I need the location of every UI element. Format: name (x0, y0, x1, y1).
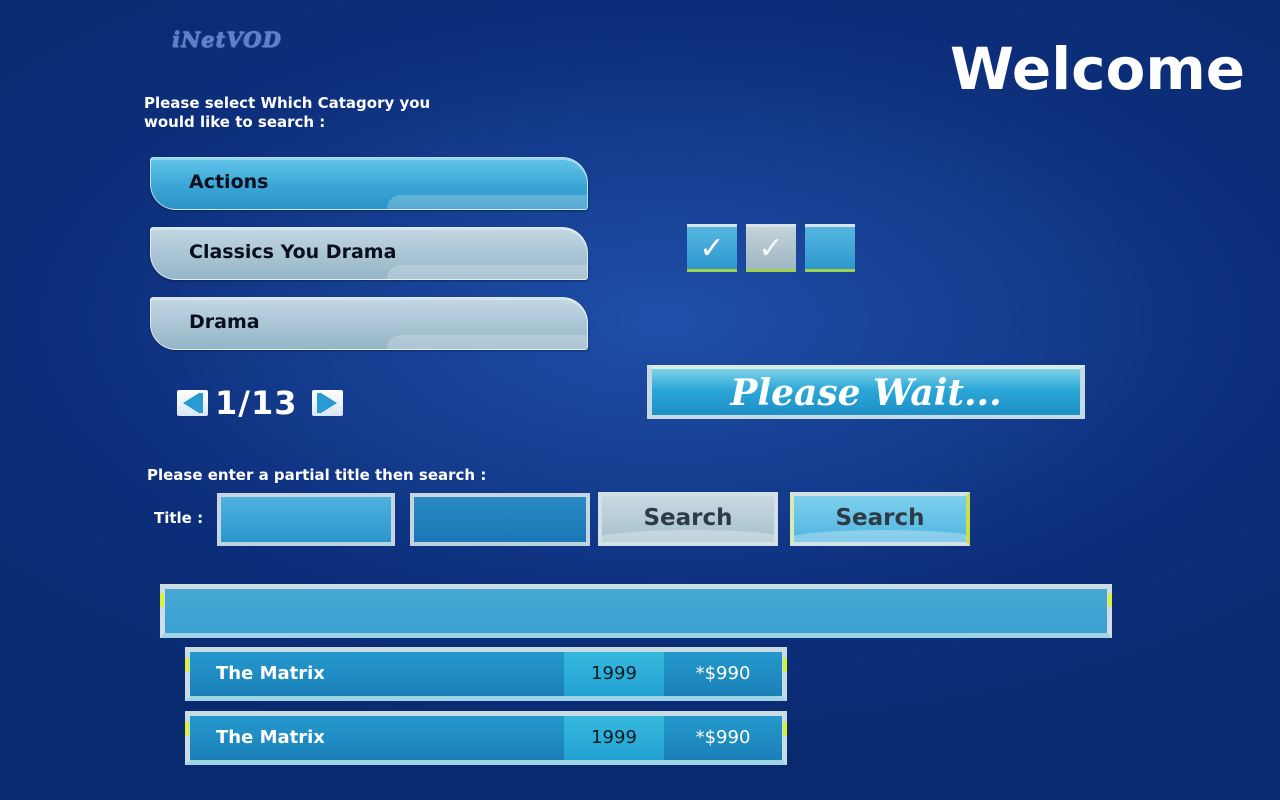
category-label: Classics You Drama (189, 241, 397, 263)
title-input-secondary[interactable] (414, 497, 586, 542)
triangle-right-icon (317, 393, 337, 413)
title-input2-container (410, 493, 590, 546)
please-wait-banner: Please Wait... (647, 365, 1085, 419)
title-prompt: Please enter a partial title then search… (147, 466, 487, 484)
checkmark-icon: ✓ (758, 231, 784, 266)
title-input[interactable] (221, 497, 391, 542)
category-button-drama[interactable]: Drama (150, 297, 588, 350)
category-prompt: Please select Which Catagory you would l… (144, 94, 430, 132)
button-gloss (387, 265, 587, 279)
category-prompt-line1: Please select Which Catagory you (144, 94, 431, 112)
result-row[interactable]: The Matrix 1999 *$990 (185, 647, 787, 701)
result-price: *$990 (664, 716, 782, 760)
prev-page-button[interactable] (177, 390, 208, 416)
page-indicator: 1/13 (215, 384, 298, 422)
checkmark-icon: ✓ (699, 231, 725, 266)
button-gloss (387, 335, 587, 349)
checkbox-checked-dim[interactable]: ✓ (746, 224, 796, 272)
result-row[interactable]: The Matrix 1999 *$990 (185, 711, 787, 765)
checkbox-unchecked[interactable] (805, 224, 855, 272)
category-label: Actions (189, 171, 269, 193)
button-gloss (794, 530, 966, 542)
result-year: 1999 (564, 716, 664, 760)
next-page-button[interactable] (312, 390, 343, 416)
category-prompt-line2: would like to search : (144, 113, 326, 131)
button-gloss (387, 195, 587, 209)
search-button-label: Search (835, 505, 925, 531)
result-price: *$990 (664, 652, 782, 696)
search-button-highlighted[interactable]: Search (790, 492, 970, 546)
result-title: The Matrix (190, 716, 564, 760)
search-button-label: Search (643, 505, 733, 531)
result-title: The Matrix (190, 652, 564, 696)
category-label: Drama (189, 311, 260, 333)
title-input-container (217, 493, 395, 546)
title-label: Title : (154, 509, 204, 527)
button-gloss (602, 530, 774, 542)
result-year: 1999 (564, 652, 664, 696)
welcome-heading: Welcome (950, 35, 1246, 103)
checkbox-checked[interactable]: ✓ (687, 224, 737, 272)
triangle-left-icon (183, 393, 203, 413)
category-button-classics[interactable]: Classics You Drama (150, 227, 588, 280)
category-button-actions[interactable]: Actions (150, 157, 588, 210)
results-header-bar (160, 584, 1112, 638)
please-wait-text: Please Wait... (730, 372, 1002, 414)
app-logo: iNetVOD (172, 27, 282, 52)
search-button[interactable]: Search (598, 492, 778, 546)
